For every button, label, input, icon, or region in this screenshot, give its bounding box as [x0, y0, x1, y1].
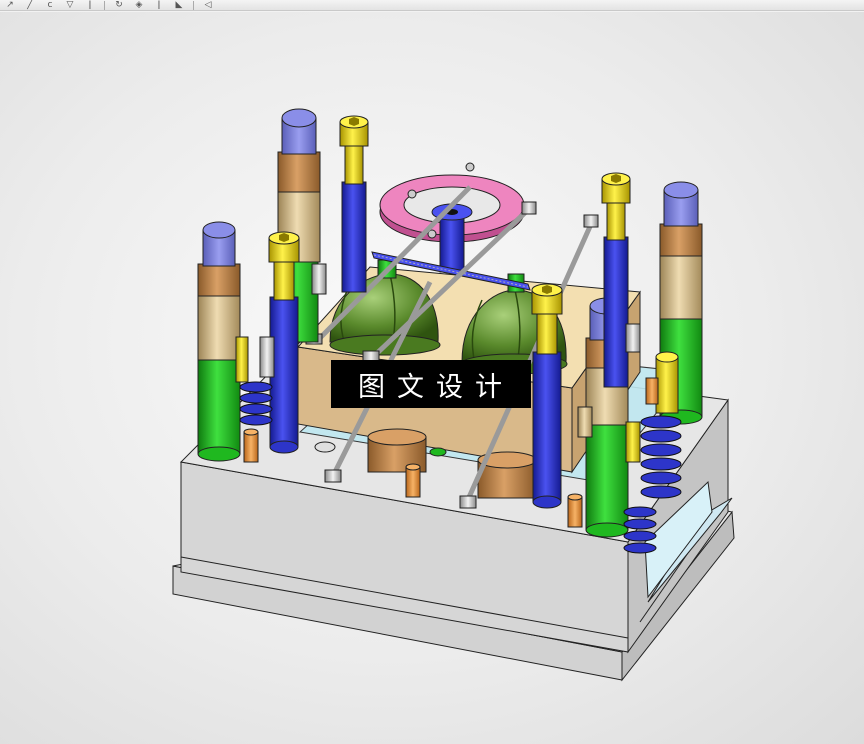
- rotate-view-button[interactable]: ↻: [111, 0, 127, 10]
- filter-tool-button[interactable]: ▽: [62, 0, 78, 10]
- cube-icon: ◈: [135, 0, 143, 10]
- box-view-button[interactable]: ◈: [131, 0, 147, 10]
- return-pin-right-back: [601, 172, 631, 388]
- rotate-icon: ↻: [115, 0, 123, 10]
- pin-icon: ǀ: [88, 0, 92, 10]
- cad-application-window: ↗ ╱ c ▽ ǀ ↻ ◈ ǀ ◣ ◁ 图文设计: [0, 0, 864, 744]
- toolbar-separator: [104, 1, 105, 10]
- more-tools-button[interactable]: ◁: [200, 0, 216, 10]
- pencil-icon: ╱: [27, 0, 33, 10]
- marker-tool-button[interactable]: ǀ: [82, 0, 98, 10]
- curve-tool-button[interactable]: c: [42, 0, 58, 10]
- shade-icon: ◣: [175, 0, 183, 10]
- curve-icon: c: [47, 0, 53, 10]
- return-pin-right-front: [531, 283, 563, 509]
- display-style-button[interactable]: ◣: [171, 0, 187, 10]
- arrow-icon: ↗: [6, 0, 14, 10]
- chevron-icon: ◁: [204, 0, 212, 10]
- select-tool-button[interactable]: ↗: [2, 0, 18, 10]
- ruler-icon: ǀ: [157, 0, 161, 10]
- measure-tool-button[interactable]: ǀ: [151, 0, 167, 10]
- toolbar-separator: [193, 1, 194, 10]
- guide-pillar-left-front: [197, 221, 241, 462]
- return-pin-left-back: [339, 115, 369, 293]
- 3d-model-viewport[interactable]: 图文设计: [0, 12, 864, 744]
- toolbar: ↗ ╱ c ▽ ǀ ↻ ◈ ǀ ◣ ◁: [0, 0, 864, 11]
- sketch-tool-button[interactable]: ╱: [22, 0, 38, 10]
- watermark-label: 图文设计: [331, 360, 531, 408]
- filter-icon: ▽: [66, 0, 74, 10]
